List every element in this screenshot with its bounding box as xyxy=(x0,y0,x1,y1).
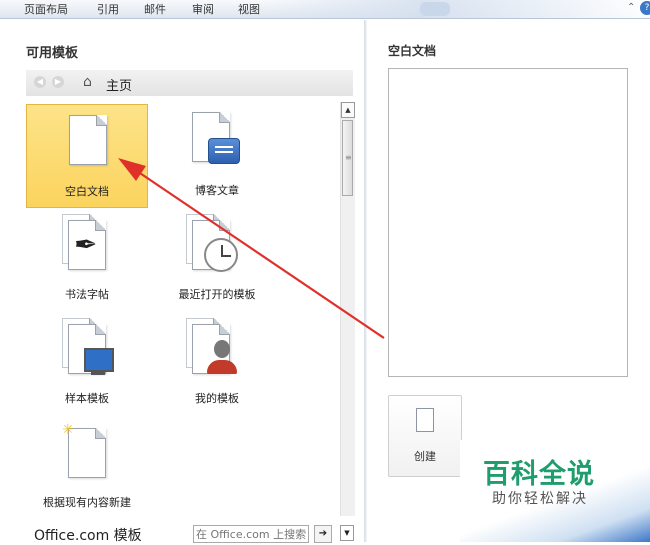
arrow-shaft xyxy=(127,164,385,339)
arrow-head-icon xyxy=(118,158,146,181)
annotation-arrow xyxy=(118,158,385,339)
